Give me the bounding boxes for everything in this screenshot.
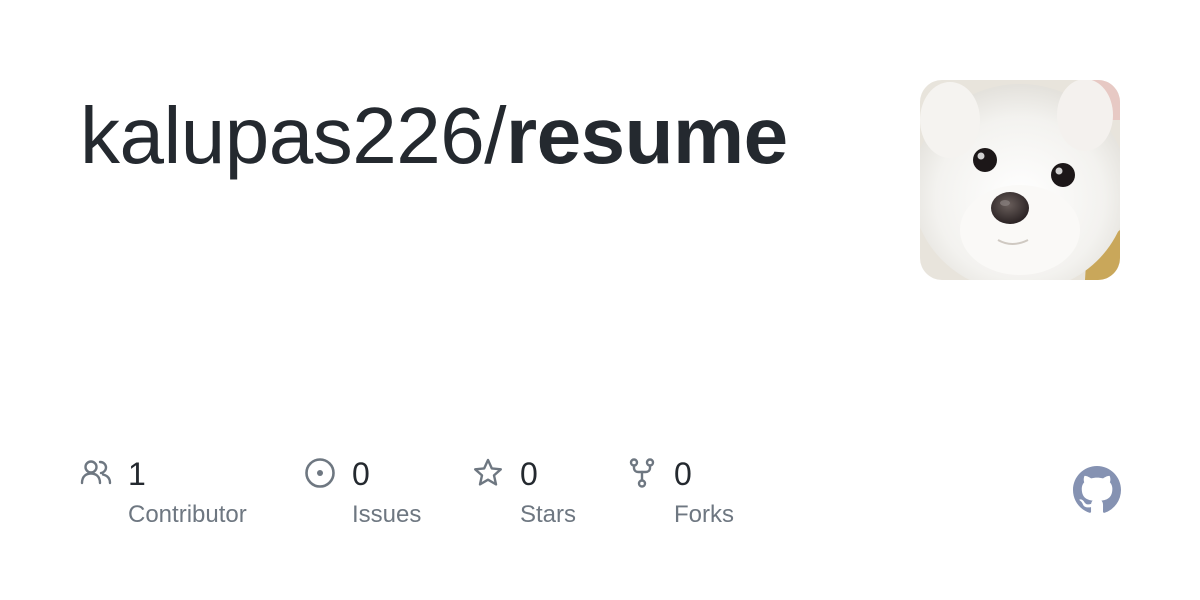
stars-label: Stars — [520, 501, 577, 528]
repo-separator: / — [484, 91, 506, 180]
repo-title[interactable]: kalupas226/resume — [80, 88, 788, 184]
repo-owner[interactable]: kalupas226 — [80, 91, 485, 180]
issue-opened-icon — [305, 458, 335, 488]
contributors-count: 1 — [128, 456, 146, 492]
dog-avatar-image — [920, 80, 1120, 280]
forks-label: Forks — [674, 501, 734, 528]
stars-count: 0 — [520, 456, 538, 492]
repo-stats: 1 Contributor 0 Issues 0 Stars 0 Forks — [80, 455, 780, 535]
repo-forked-icon — [629, 458, 655, 488]
repo-name[interactable]: resume — [506, 91, 788, 180]
forks-count: 0 — [674, 456, 692, 492]
owner-avatar[interactable] — [920, 80, 1120, 280]
issues-count: 0 — [352, 456, 370, 492]
github-logo-icon[interactable] — [1073, 466, 1121, 514]
star-icon — [474, 458, 502, 486]
contributors-label: Contributor — [128, 501, 247, 528]
people-icon — [80, 460, 112, 485]
issues-label: Issues — [352, 501, 422, 528]
repo-social-card: kalupas226/resume 1 Contributor 0 Issues… — [0, 0, 1200, 600]
